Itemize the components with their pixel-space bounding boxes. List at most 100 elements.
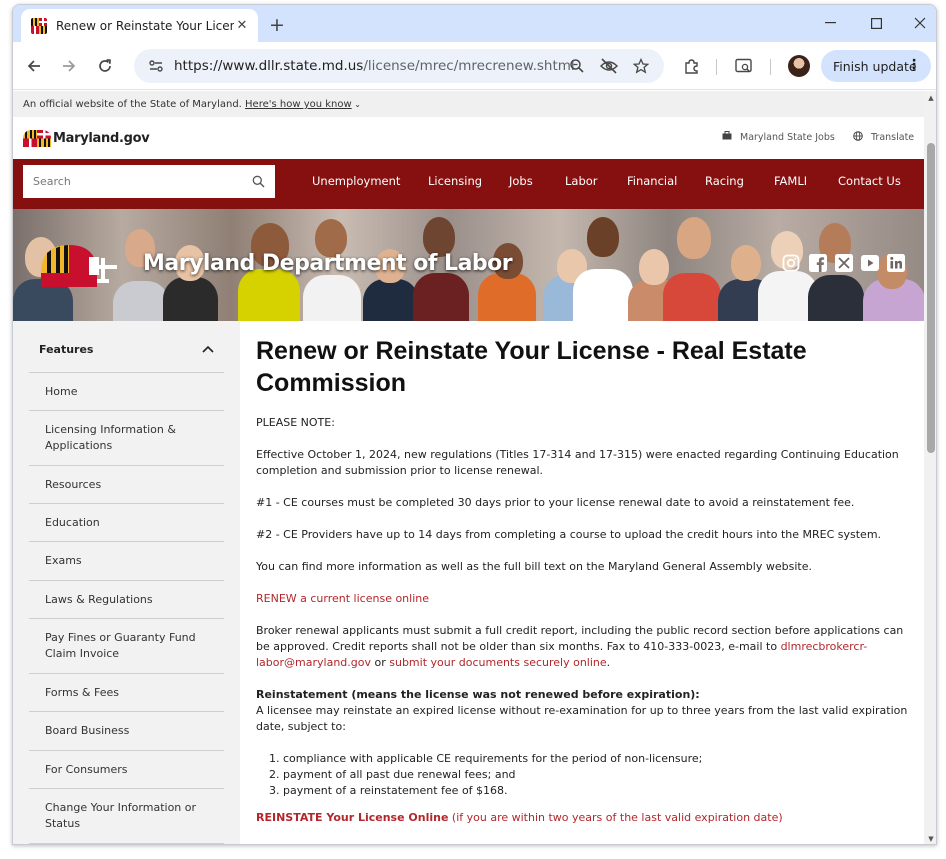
page-title: Renew or Reinstate Your License - Real E… <box>256 337 807 397</box>
reinstate-link-note: (if you are within two years of the last… <box>448 811 783 824</box>
tab-title: Renew or Reinstate Your License <box>56 18 234 33</box>
url-text[interactable]: https://www.dllr.state.md.us/license/mre… <box>174 58 575 74</box>
translate-link[interactable]: Translate <box>853 131 914 144</box>
bookmark-star-icon[interactable] <box>631 56 651 76</box>
address-bar[interactable]: https://www.dllr.state.md.us/license/mre… <box>134 49 664 83</box>
profile-avatar[interactable] <box>788 55 810 77</box>
new-tab-icon[interactable]: + <box>265 13 289 37</box>
finish-update-label: Finish update <box>833 58 917 74</box>
nav-racing[interactable]: Racing <box>705 174 744 188</box>
sidebar-item-forms-fees[interactable]: Forms & Fees <box>29 674 224 712</box>
tab-strip: Renew or Reinstate Your License ✕ + <box>13 5 936 42</box>
linkedin-icon[interactable] <box>886 253 906 273</box>
instagram-icon[interactable] <box>781 253 801 273</box>
features-sidebar: Features Home Licensing Information & Ap… <box>13 321 240 844</box>
nav-labor[interactable]: Labor <box>565 174 598 188</box>
active-tab[interactable]: Renew or Reinstate Your License ✕ <box>21 9 258 42</box>
nav-contact-us[interactable]: Contact Us <box>838 174 901 188</box>
more-info-text: You can find more information as well as… <box>256 560 812 573</box>
maryland-gov-logo[interactable]: Maryland.gov <box>23 130 150 147</box>
nav-licensing[interactable]: Licensing <box>428 174 482 188</box>
main-navigation-bar: Search Unemployment Licensing Jobs Labor… <box>13 159 924 209</box>
nav-jobs[interactable]: Jobs <box>509 174 533 188</box>
features-heading[interactable]: Features <box>29 327 224 373</box>
site-search-input[interactable]: Search <box>23 165 275 198</box>
reinstatement-list: compliance with applicable CE requiremen… <box>256 751 911 799</box>
scrollbar-thumb[interactable] <box>927 143 935 453</box>
scroll-down-arrow-icon[interactable]: ▼ <box>924 832 936 844</box>
translate-label: Translate <box>871 132 915 143</box>
close-tab-icon[interactable]: ✕ <box>234 18 250 34</box>
search-icon[interactable] <box>247 171 269 193</box>
briefcase-icon <box>722 131 732 143</box>
heres-how-you-know-link[interactable]: Here's how you know <box>245 99 352 110</box>
effective-date-text: Effective October 1, 2024, new regulatio… <box>256 448 899 477</box>
chevron-down-icon[interactable]: ⌄ <box>352 100 361 109</box>
features-heading-label: Features <box>39 343 94 356</box>
nav-famli[interactable]: FAMLI <box>774 174 807 188</box>
sidebar-item-change-information[interactable]: Change Your Information or Status <box>29 789 224 844</box>
toolbar-divider <box>770 59 771 75</box>
sidebar-item-education[interactable]: Education <box>29 504 224 542</box>
browser-menu-icon[interactable]: ⋮ <box>907 57 921 74</box>
maximize-icon[interactable] <box>864 12 888 34</box>
back-arrow-icon[interactable] <box>22 54 46 78</box>
x-twitter-icon[interactable] <box>834 253 854 273</box>
sidebar-item-resources[interactable]: Resources <box>29 466 224 504</box>
extensions-puzzle-icon[interactable] <box>680 55 702 77</box>
search-placeholder: Search <box>33 175 71 188</box>
please-note-text: PLEASE NOTE: <box>256 416 335 429</box>
tracking-eye-off-icon[interactable] <box>599 56 619 76</box>
page-viewport: An official website of the State of Mary… <box>13 91 936 844</box>
sidebar-item-home[interactable]: Home <box>29 373 224 411</box>
sidebar-item-board-business[interactable]: Board Business <box>29 712 224 751</box>
browser-toolbar: https://www.dllr.state.md.us/license/mre… <box>13 42 936 90</box>
finish-update-button[interactable]: Finish update ⋮ <box>821 50 931 82</box>
url-path: /license/mrec/mrecrenew.shtml <box>363 58 575 74</box>
list-item: payment of a reinstatement fee of $168. <box>283 783 911 799</box>
close-window-icon[interactable] <box>908 12 932 34</box>
department-of-labor-logo-icon[interactable] <box>39 241 117 291</box>
minimize-icon[interactable] <box>818 12 842 34</box>
renew-license-link[interactable]: RENEW a current license online <box>256 591 911 607</box>
nav-unemployment[interactable]: Unemployment <box>312 174 400 188</box>
forward-arrow-icon[interactable] <box>57 54 81 78</box>
page-scrollbar[interactable]: ▲ ▼ <box>924 91 936 844</box>
official-site-text: An official website of the State of Mary… <box>23 99 246 110</box>
facebook-icon[interactable] <box>808 253 828 273</box>
list-item: payment of all past due renewal fees; an… <box>283 767 911 783</box>
sidebar-item-for-consumers[interactable]: For Consumers <box>29 751 224 789</box>
submit-documents-link[interactable]: submit your documents securely online <box>389 656 606 669</box>
broker-end-text: . <box>606 656 611 669</box>
sidebar-item-exams[interactable]: Exams <box>29 542 224 581</box>
list-item: compliance with applicable CE requiremen… <box>283 751 911 767</box>
reinstatement-heading: Reinstatement (means the license was not… <box>256 688 700 701</box>
banner-title: Maryland Department of Labor <box>143 251 513 276</box>
reinstate-license-link[interactable]: REINSTATE Your License Online (if you ar… <box>256 810 911 826</box>
sidebar-item-laws-regulations[interactable]: Laws & Regulations <box>29 581 224 619</box>
toolbar-divider <box>716 59 717 75</box>
ce-rule-1-text: #1 - CE courses must be completed 30 day… <box>256 496 855 509</box>
hero-banner: Maryland Department of Labor <box>13 209 924 321</box>
official-site-bar: An official website of the State of Mary… <box>13 91 924 117</box>
maryland-state-jobs-link[interactable]: Maryland State Jobs <box>722 131 835 143</box>
broker-or-text: or <box>371 656 390 669</box>
chevron-up-icon[interactable] <box>202 343 214 356</box>
site-info-icon[interactable] <box>146 56 166 76</box>
youtube-icon[interactable] <box>860 253 880 273</box>
zoom-icon[interactable] <box>567 56 587 76</box>
reinstatement-section: Reinstatement (means the license was not… <box>256 687 911 799</box>
globe-icon <box>853 131 863 144</box>
url-host: https://www.dllr.state.md.us <box>174 58 364 74</box>
reload-icon[interactable] <box>93 54 117 78</box>
sidebar-item-licensing-information[interactable]: Licensing Information & Applications <box>29 411 224 466</box>
broker-renewal-text: Broker renewal applicants must submit a … <box>256 623 911 671</box>
nav-financial[interactable]: Financial <box>627 174 677 188</box>
main-content: Renew or Reinstate Your License - Real E… <box>256 321 911 844</box>
scroll-up-arrow-icon[interactable]: ▲ <box>924 91 936 105</box>
maryland-state-jobs-label: Maryland State Jobs <box>740 131 835 143</box>
maryland-gov-name: Maryland.gov <box>53 131 150 146</box>
sidebar-item-pay-fines[interactable]: Pay Fines or Guaranty Fund Claim Invoice <box>29 619 224 674</box>
reinstatement-text: A licensee may reinstate an expired lice… <box>256 704 908 733</box>
tab-search-icon[interactable] <box>733 55 755 77</box>
